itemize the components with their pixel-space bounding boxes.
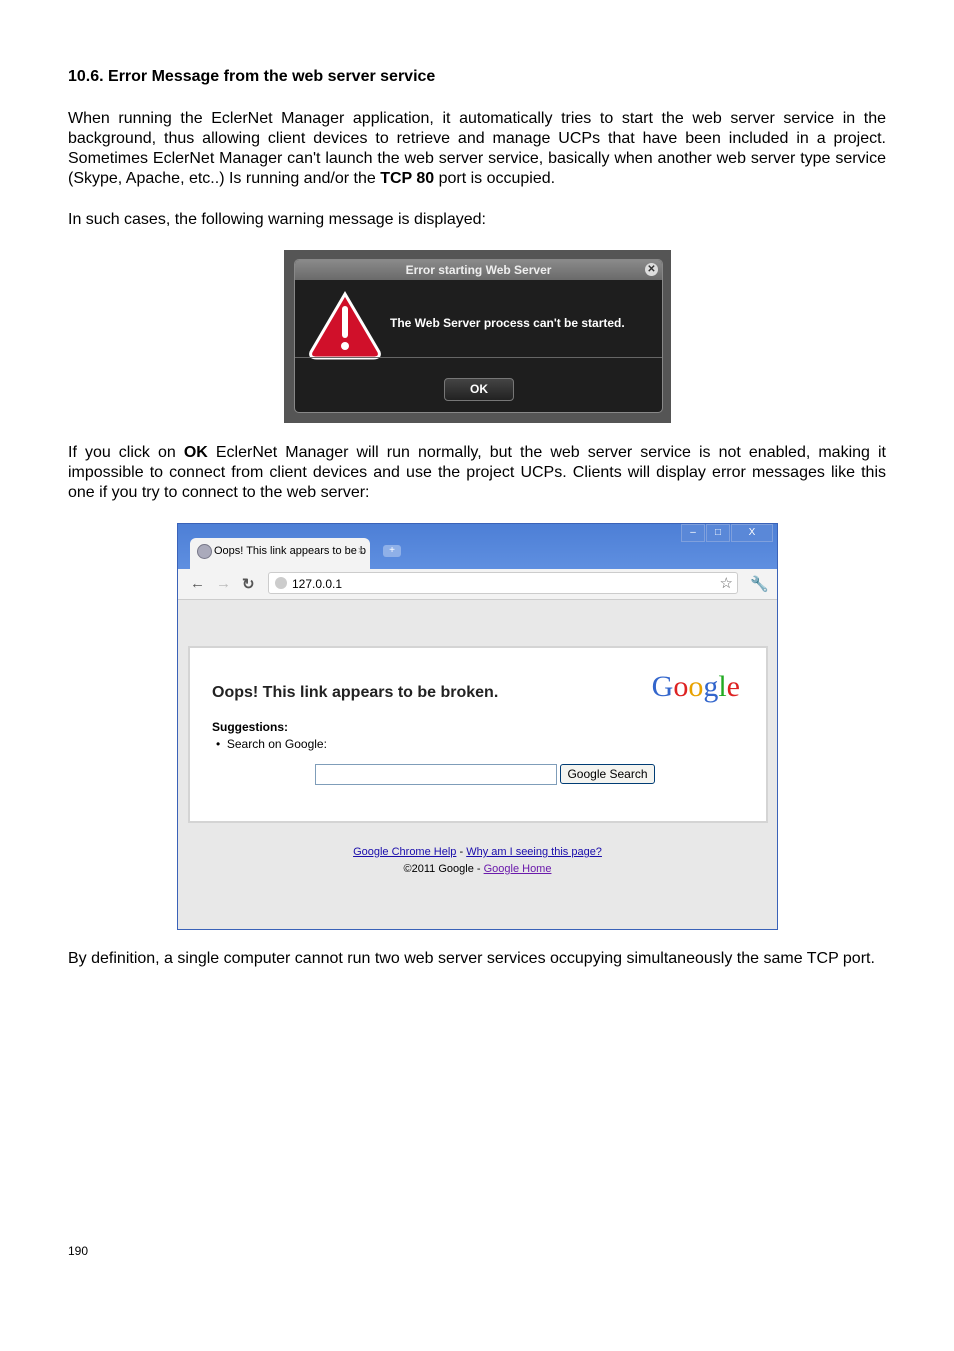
paragraph-warning: In such cases, the following warning mes… [68,211,486,228]
browser-screenshot: Oops! This link appears to be b × + – □ X ←… [177,523,778,930]
google-logo: Google [651,670,740,703]
separator: - [456,846,467,858]
bold-text: TCP 80 [380,170,435,187]
tab-title: Oops! This link appears to be b [214,545,367,557]
warning-icon [309,291,381,360]
suggestions-label: Suggestions: [212,720,289,734]
google-home-link[interactable]: Google Home [484,863,552,875]
section-heading: 10.6. Error Message from the web server … [68,68,436,85]
bold-text: OK [183,444,208,461]
document-page: 10.6. Error Message from the web server … [0,0,954,1351]
reload-icon[interactable]: ↻ [242,575,255,593]
forward-icon[interactable]: → [216,575,231,592]
paragraph-intro: When running the EclerNet Manager applic… [68,109,886,189]
wrench-icon[interactable]: 🔧 [750,575,769,593]
ok-button[interactable]: OK [444,378,514,401]
maximize-icon[interactable]: □ [706,524,730,542]
dialog-titlebar: Error starting Web Server ✕ [295,260,662,280]
new-tab-button[interactable]: + [383,545,401,557]
search-input[interactable] [315,764,557,785]
dialog-message: The Web Server process can't be started. [390,316,625,330]
text: port is occupied. [434,170,556,187]
browser-tab[interactable]: Oops! This link appears to be b × [190,538,370,569]
globe-icon [275,577,287,589]
why-link[interactable]: Why am I seeing this page? [466,846,602,858]
google-search-button[interactable]: Google Search [560,764,655,784]
footer-links: Google Chrome Help - Why am I seeing thi… [178,844,777,878]
paragraph-definition: By definition, a single computer cannot … [68,950,875,967]
url: 127.0.0.1 [292,577,343,591]
page-number: 190 [68,1244,89,1258]
toolbar: ← → ↻ 127.0.0.1 ☆ 🔧 [178,569,777,600]
close-tab-icon[interactable]: × [358,538,364,564]
dialog-title: Error starting Web Server [405,263,552,277]
dialog-window: Error starting Web Server ✕ The Web Serve… [294,259,663,413]
back-icon[interactable]: ← [190,575,205,592]
copyright: ©2011 Google - [403,863,484,875]
globe-icon [197,544,212,559]
close-icon[interactable]: ✕ [645,263,658,276]
close-window-icon[interactable]: X [731,524,773,542]
minimize-icon[interactable]: – [681,524,705,542]
address-bar[interactable]: 127.0.0.1 ☆ [268,572,738,594]
browser-titlebar: Oops! This link appears to be b × + – □ X [178,524,777,569]
error-dialog-screenshot: Error starting Web Server ✕ The Web Serve… [284,250,671,423]
error-title: Oops! This link appears to be broken. [212,684,499,701]
text: If you click on [68,444,184,461]
paragraph-ok: If you click on OK EclerNet Manager will… [68,443,886,503]
suggestion-item: • Search on Google: [216,737,327,751]
suggestion-text: Search on Google: [226,737,327,751]
divider [295,357,662,358]
error-card: Oops! This link appears to be broken. Go… [188,646,768,823]
chrome-help-link[interactable]: Google Chrome Help [353,846,456,858]
star-icon[interactable]: ☆ [720,573,733,595]
